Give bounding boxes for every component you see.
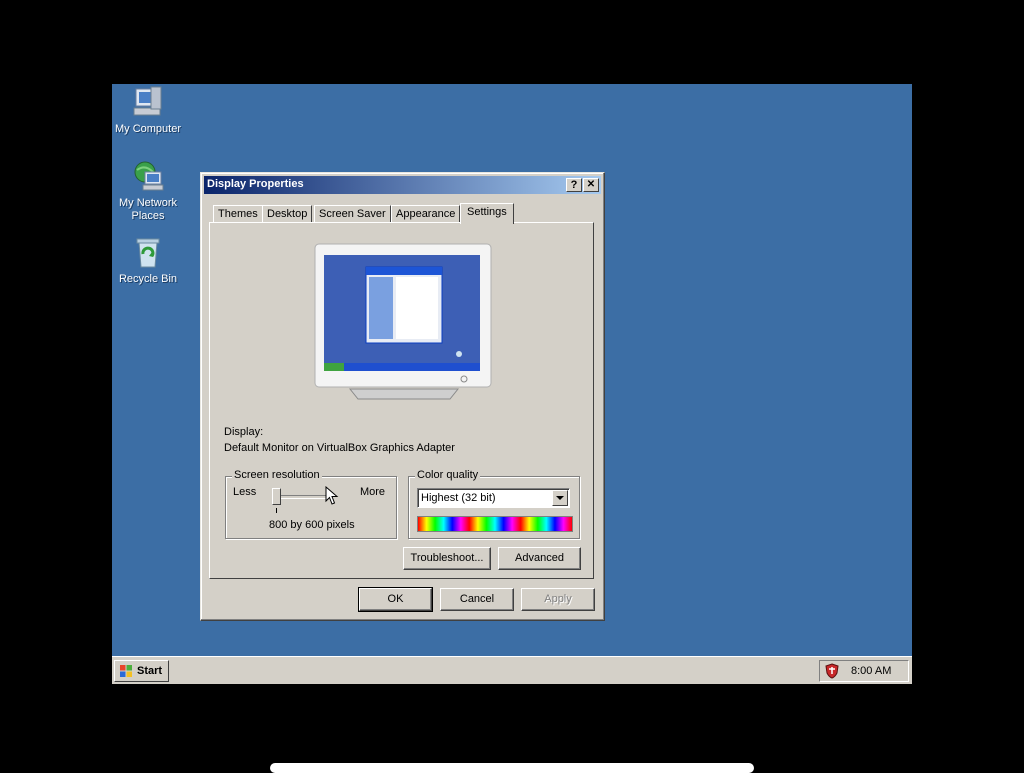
display-label: Display: [224, 426, 264, 438]
desktop-icon-network-places[interactable]: My Network Places [112, 160, 186, 223]
chevron-down-icon[interactable] [552, 490, 568, 506]
close-button[interactable]: ✕ [583, 178, 599, 192]
desktop-icon-label: Recycle Bin [118, 273, 178, 285]
security-shield-icon[interactable] [825, 663, 839, 679]
advanced-button[interactable]: Advanced [498, 547, 581, 570]
start-label: Start [137, 665, 163, 677]
display-properties-window: Display Properties ? ✕ Themes Desktop Sc… [200, 172, 605, 621]
system-tray: 8:00 AM [819, 660, 909, 682]
resolution-slider-thumb[interactable] [272, 488, 281, 505]
network-places-icon [134, 161, 164, 191]
monitor-preview [314, 243, 492, 400]
mouse-cursor-icon [325, 486, 339, 505]
desktop-icon-label: My Network Places [118, 197, 178, 222]
resolution-tick [276, 508, 277, 513]
desktop-icon-my-computer[interactable]: My Computer [112, 86, 186, 136]
window-title: Display Properties [207, 178, 304, 190]
tab-themes[interactable]: Themes [213, 205, 263, 223]
settings-panel: Display: Default Monitor on VirtualBox G… [209, 222, 594, 579]
start-button[interactable]: Start [114, 660, 169, 682]
less-label: Less [233, 486, 257, 498]
desktop-icon-label: My Computer [114, 123, 182, 135]
ok-button[interactable]: OK [358, 587, 433, 612]
screen-resolution-legend: Screen resolution [232, 469, 322, 481]
help-button[interactable]: ? [566, 178, 582, 192]
tab-settings[interactable]: Settings [460, 203, 514, 224]
troubleshoot-button[interactable]: Troubleshoot... [403, 547, 491, 570]
tab-screen-saver[interactable]: Screen Saver [314, 205, 391, 223]
desktop: My Computer My Network Places Recycle Bi… [112, 84, 912, 684]
desktop-icon-recycle-bin[interactable]: Recycle Bin [112, 236, 186, 286]
resolution-value: 800 by 600 pixels [269, 519, 355, 531]
windows-logo-icon [120, 665, 132, 677]
display-value: Default Monitor on VirtualBox Graphics A… [224, 442, 455, 454]
title-bar[interactable]: Display Properties ? ✕ [204, 176, 601, 194]
color-quality-legend: Color quality [415, 469, 481, 481]
taskbar: Start 8:00 AM [112, 656, 912, 684]
color-quality-select[interactable]: Highest (32 bit) [417, 488, 570, 508]
screen-resolution-group: Screen resolution Less More 800 by 600 p… [225, 469, 397, 539]
apply-button[interactable]: Apply [521, 588, 595, 611]
recycle-bin-icon [136, 238, 160, 268]
cancel-button[interactable]: Cancel [440, 588, 514, 611]
more-label: More [359, 486, 385, 498]
bottom-bar [270, 763, 754, 773]
color-quality-value: Highest (32 bit) [421, 492, 496, 504]
clock[interactable]: 8:00 AM [851, 665, 891, 677]
resolution-slider-track[interactable] [278, 495, 330, 499]
tab-desktop[interactable]: Desktop [262, 205, 313, 223]
color-spectrum-bar [417, 516, 573, 532]
my-computer-icon [133, 86, 162, 116]
tab-appearance[interactable]: Appearance [391, 205, 461, 223]
